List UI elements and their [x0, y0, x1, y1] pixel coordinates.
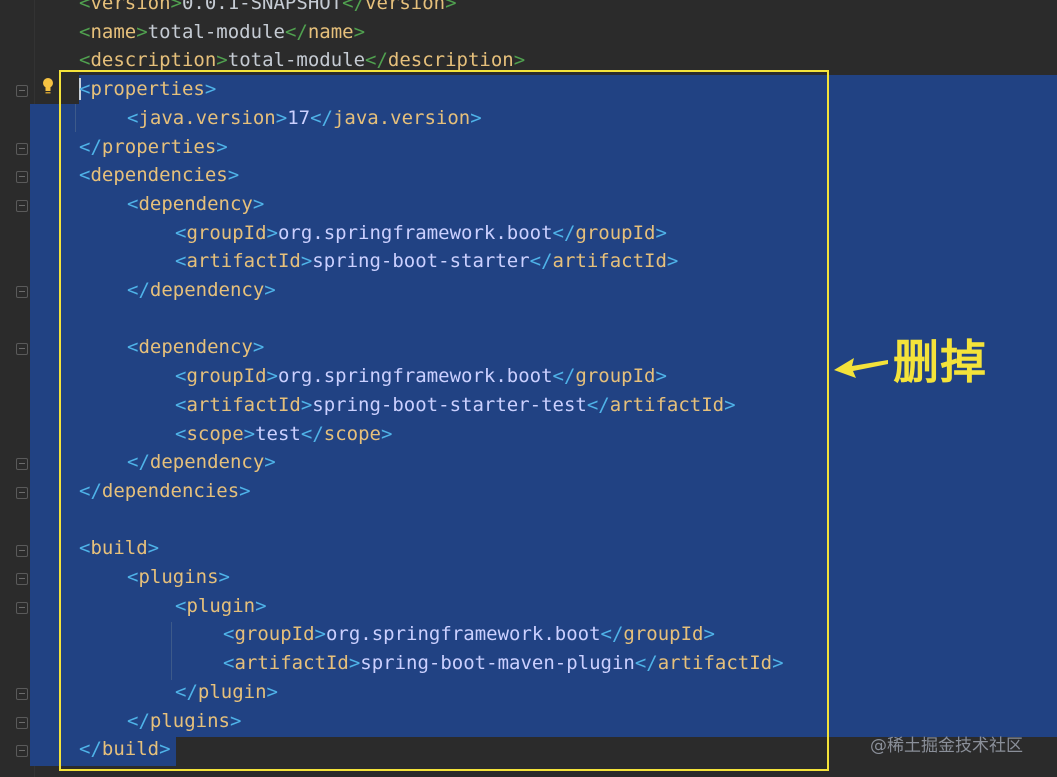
code-token: description — [387, 49, 514, 72]
code-token: > — [136, 20, 148, 43]
code-token: > — [216, 49, 228, 72]
annotation-label: 删掉 — [893, 335, 987, 389]
code-token: description — [90, 49, 217, 72]
code-token: total-module — [227, 49, 366, 72]
code-token: total-module — [147, 20, 285, 43]
code-token: > — [170, 0, 182, 14]
code-token: </ — [284, 20, 308, 43]
code-token: < — [79, 49, 91, 72]
highlight-box — [59, 70, 829, 771]
code-token: > — [513, 49, 526, 72]
watermark: @稀土掘金技术社区 — [870, 736, 1023, 756]
code-token: </ — [365, 49, 388, 72]
code-token: < — [79, 0, 91, 14]
arrow-left-icon — [834, 358, 888, 378]
code-token: name — [307, 20, 354, 43]
code-token: < — [79, 20, 91, 43]
code-token: 0.0.1-SNAPSHOT — [181, 0, 343, 14]
code-token: > — [445, 0, 457, 14]
code-token: > — [353, 20, 366, 43]
code-line[interactable]: <name>total-module</name> — [79, 18, 365, 47]
code-token: version — [365, 0, 446, 14]
code-token: </ — [342, 0, 366, 14]
code-token: version — [90, 0, 171, 14]
code-token: name — [90, 20, 137, 43]
code-line[interactable]: <version>0.0.1-SNAPSHOT</version> — [79, 0, 457, 18]
